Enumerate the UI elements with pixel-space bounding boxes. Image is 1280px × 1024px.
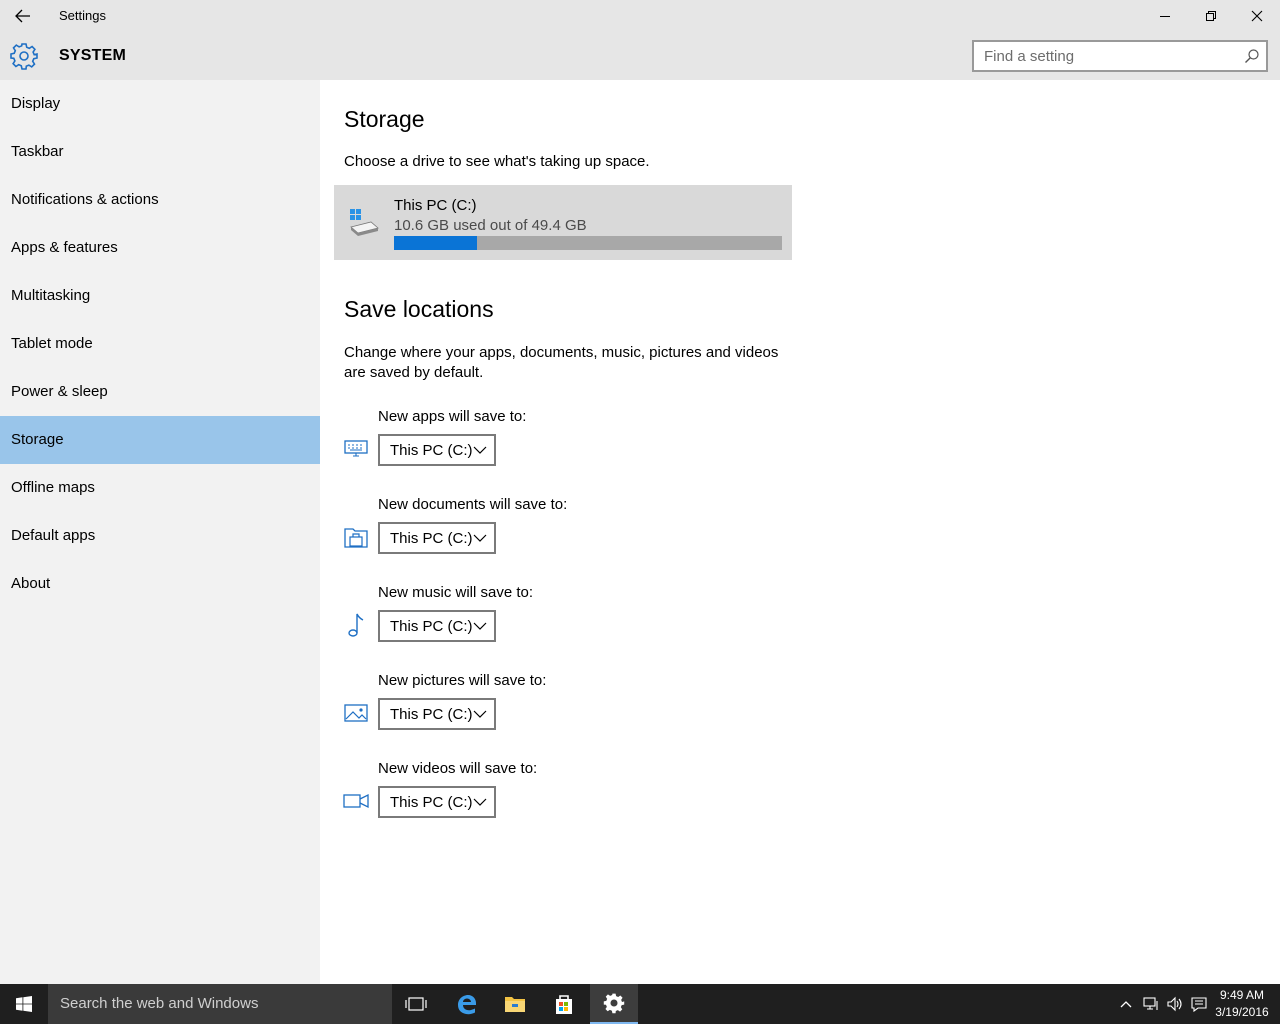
videos-save-value: This PC (C:) — [390, 794, 473, 811]
storage-description: Choose a drive to see what's taking up s… — [344, 153, 650, 170]
apps-save-dropdown[interactable]: This PC (C:) — [378, 434, 496, 466]
back-arrow-icon — [15, 9, 30, 23]
taskbar-search-placeholder: Search the web and Windows — [60, 995, 259, 1012]
storage-heading: Storage — [344, 106, 425, 132]
apps-save-label: New apps will save to: — [378, 408, 527, 425]
close-button[interactable] — [1234, 0, 1280, 32]
video-camera-icon — [342, 787, 370, 815]
settings-search-input[interactable] — [974, 42, 1234, 70]
taskbar-search[interactable]: Search the web and Windows — [48, 984, 392, 1024]
drive-usage-bar — [394, 236, 782, 250]
back-button[interactable] — [0, 0, 46, 32]
sidebar-item-power-sleep[interactable]: Power & sleep — [0, 368, 320, 416]
search-icon[interactable] — [1244, 48, 1260, 64]
minimize-icon — [1160, 16, 1170, 17]
task-view-icon — [405, 997, 427, 1011]
music-save-value: This PC (C:) — [390, 618, 473, 635]
drive-usage-fill — [394, 236, 478, 250]
clock-time: 9:49 AM — [1219, 988, 1265, 1002]
sidebar-item-offline-maps[interactable]: Offline maps — [0, 464, 320, 512]
documents-save-value: This PC (C:) — [390, 530, 473, 547]
videos-save-label: New videos will save to: — [378, 760, 538, 777]
pictures-save-value: This PC (C:) — [390, 706, 473, 723]
settings-header: SYSTEM — [0, 32, 1280, 80]
gear-icon — [10, 43, 38, 70]
restore-icon — [1206, 11, 1216, 21]
volume-icon[interactable] — [1166, 996, 1184, 1012]
save-locations-description: Change where your apps, documents, music… — [344, 344, 779, 381]
store-button[interactable] — [540, 984, 588, 1024]
sidebar-item-default-apps[interactable]: Default apps — [0, 512, 320, 560]
picture-icon — [342, 699, 370, 727]
chevron-down-icon — [473, 798, 487, 806]
taskbar-clock[interactable]: 9:49 AM 3/19/2016 — [1212, 987, 1272, 1021]
videos-save-dropdown[interactable]: This PC (C:) — [378, 786, 496, 818]
sidebar-item-notifications[interactable]: Notifications & actions — [0, 176, 320, 224]
sidebar-item-tablet-mode[interactable]: Tablet mode — [0, 320, 320, 368]
documents-save-label: New documents will save to: — [378, 496, 568, 513]
main-content: Storage Choose a drive to see what's tak… — [320, 80, 1280, 984]
apps-save-value: This PC (C:) — [390, 442, 473, 459]
pictures-save-dropdown[interactable]: This PC (C:) — [378, 698, 496, 730]
pictures-save-label: New pictures will save to: — [378, 672, 547, 689]
chevron-down-icon — [473, 622, 487, 630]
section-title: SYSTEM — [59, 47, 126, 64]
file-explorer-button[interactable] — [491, 984, 539, 1024]
chevron-down-icon — [473, 446, 487, 454]
sidebar-item-about[interactable]: About — [0, 560, 320, 608]
store-icon — [556, 995, 572, 1014]
edge-button[interactable] — [442, 984, 490, 1024]
drive-usage-text: 10.6 GB used out of 49.4 GB — [394, 217, 587, 234]
close-icon — [1251, 10, 1263, 22]
settings-taskbar-button[interactable] — [590, 984, 638, 1024]
minimize-button[interactable] — [1142, 0, 1188, 32]
start-button[interactable] — [0, 984, 48, 1024]
task-view-button[interactable] — [392, 984, 440, 1024]
chevron-down-icon — [473, 534, 487, 542]
chevron-down-icon — [473, 710, 487, 718]
sidebar-item-storage[interactable]: Storage — [0, 416, 320, 464]
monitor-icon — [342, 435, 370, 463]
network-icon[interactable] — [1142, 996, 1160, 1012]
gear-icon — [603, 993, 625, 1014]
music-save-dropdown[interactable]: This PC (C:) — [378, 610, 496, 642]
sidebar-item-taskbar[interactable]: Taskbar — [0, 128, 320, 176]
sidebar: Display Taskbar Notifications & actions … — [0, 80, 320, 984]
music-save-label: New music will save to: — [378, 584, 534, 601]
save-locations-heading: Save locations — [344, 296, 494, 322]
settings-search-box[interactable] — [972, 40, 1268, 72]
show-hidden-icons-icon[interactable] — [1117, 996, 1135, 1012]
edge-icon — [458, 995, 476, 1015]
window-title: Settings — [59, 8, 106, 23]
sidebar-item-multitasking[interactable]: Multitasking — [0, 272, 320, 320]
windows-logo-icon — [16, 996, 32, 1012]
documents-icon — [342, 523, 370, 551]
title-bar: Settings — [0, 0, 1280, 32]
clock-date: 3/19/2016 — [1215, 1005, 1269, 1019]
music-note-icon — [342, 611, 370, 639]
drive-tile[interactable]: This PC (C:) 10.6 GB used out of 49.4 GB — [334, 185, 792, 260]
restore-button[interactable] — [1188, 0, 1234, 32]
drive-name: This PC (C:) — [394, 197, 477, 214]
folder-icon — [505, 997, 525, 1012]
action-center-icon[interactable] — [1190, 996, 1208, 1012]
sidebar-item-apps-features[interactable]: Apps & features — [0, 224, 320, 272]
taskbar: Search the web and Windows 9:49 AM 3/19/… — [0, 984, 1280, 1024]
sidebar-item-display[interactable]: Display — [0, 80, 320, 128]
drive-icon — [350, 209, 379, 236]
documents-save-dropdown[interactable]: This PC (C:) — [378, 522, 496, 554]
